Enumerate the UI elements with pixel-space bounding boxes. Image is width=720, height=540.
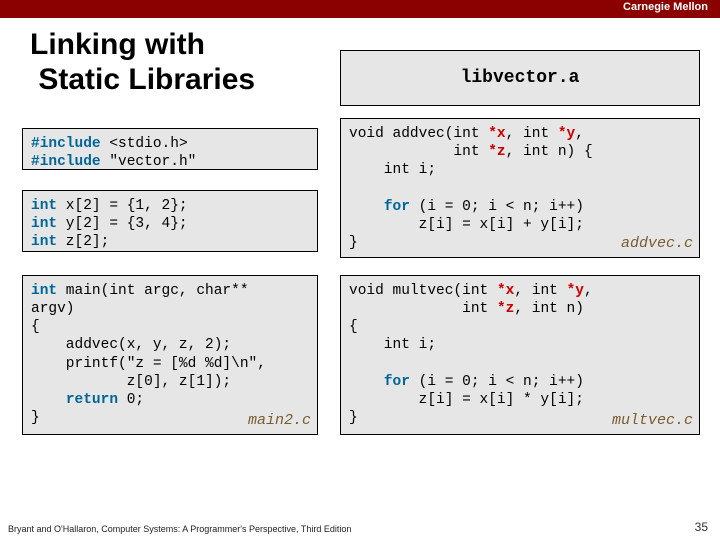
university-label: Carnegie Mellon xyxy=(623,1,708,13)
library-archive-box: libvector.a xyxy=(340,50,700,106)
code-includes: #include <stdio.h> #include "vector.h" xyxy=(22,128,318,170)
filename-main: main2.c xyxy=(248,412,311,431)
code-decls: int x[2] = {1, 2}; int y[2] = {3, 4}; in… xyxy=(22,190,318,252)
slide-title: Linking with Static Libraries xyxy=(30,28,255,97)
library-name: libvector.a xyxy=(461,68,580,88)
footer-text: Bryant and O'Hallaron, Computer Systems:… xyxy=(8,524,351,534)
page-number: 35 xyxy=(695,520,708,534)
code-multvec: void multvec(int *x, int *y, int *z, int… xyxy=(340,275,700,435)
code-addvec: void addvec(int *x, int *y, int *z, int … xyxy=(340,118,700,258)
code-main: int main(int argc, char** argv) { addvec… xyxy=(22,275,318,435)
header-bar: Carnegie Mellon xyxy=(0,0,720,18)
filename-addvec: addvec.c xyxy=(621,235,693,254)
title-line1: Linking with xyxy=(30,28,205,61)
title-line2: Static Libraries xyxy=(38,63,255,96)
filename-multvec: multvec.c xyxy=(612,412,693,431)
